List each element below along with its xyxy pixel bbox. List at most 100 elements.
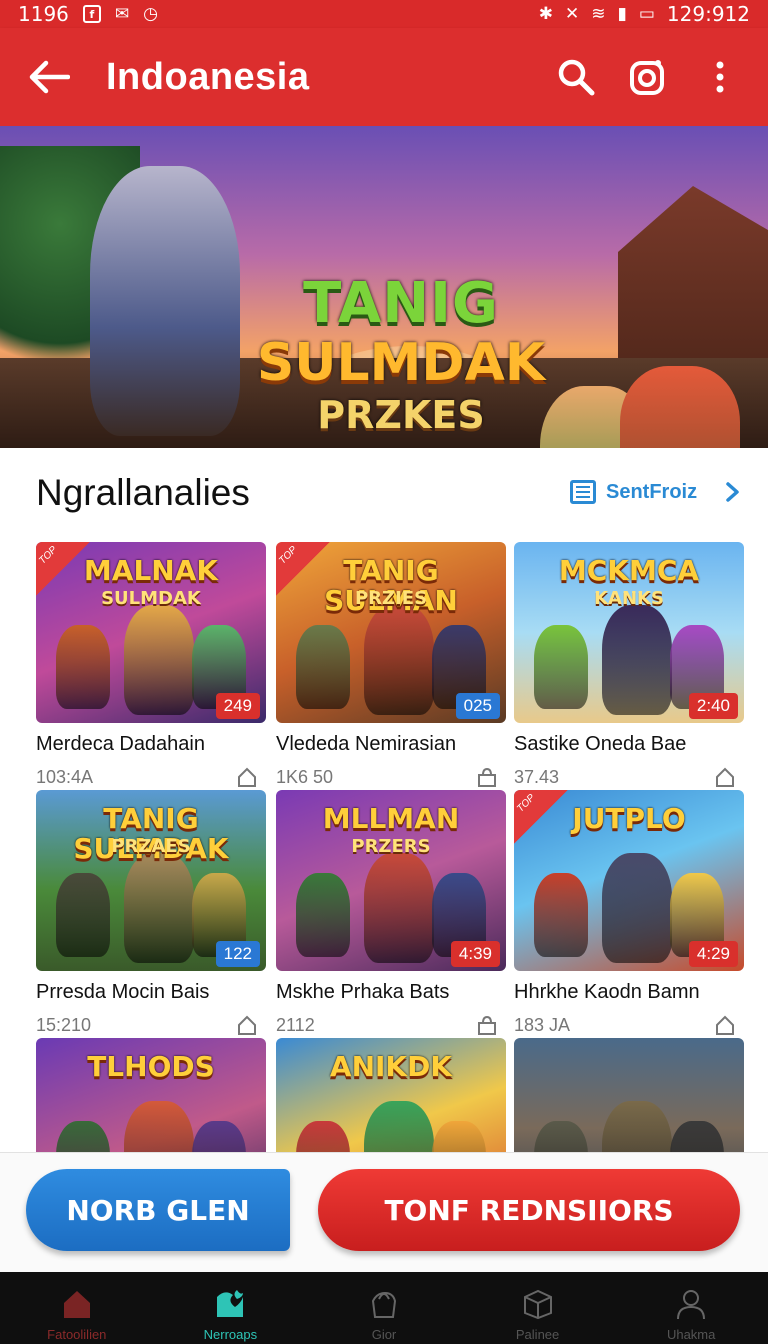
bag-icon[interactable]	[476, 1014, 498, 1036]
primary-red-button[interactable]: TONF REDNSIIORS	[318, 1169, 740, 1251]
game-thumbnail[interactable]: TANIG SULMAN PRZIES TOP 025	[276, 542, 506, 723]
camera-icon[interactable]	[626, 55, 670, 99]
rating-badge: 025	[455, 693, 500, 719]
section-link-label: SentFroiz	[606, 480, 698, 503]
more-vert-icon[interactable]	[698, 55, 742, 99]
status-bar: 1196 f ✉ ◷ ✱ ✕ ≋ ▮ ▭ 129:912	[0, 0, 768, 28]
nav-item-nerroaps[interactable]: Nerroaps	[154, 1272, 308, 1344]
game-thumbnail[interactable]: TANIG SULMDAK PRZAES 122	[36, 790, 266, 971]
home-outline-icon[interactable]	[714, 766, 736, 788]
thumbnail-title: MLLMAN	[322, 802, 460, 835]
back-arrow-icon[interactable]	[26, 55, 70, 99]
game-meta-value: 37.43	[514, 766, 560, 787]
game-meta: 15:210	[36, 1014, 266, 1036]
game-name: Hhrkhe Kaodn Bamn	[514, 981, 700, 1003]
rating-badge: 2:40	[688, 693, 738, 719]
nav-label: Fatoolilien	[47, 1327, 107, 1342]
nav-item-palinee[interactable]: Palinee	[461, 1272, 615, 1344]
game-card[interactable]: TANIG SULMDAK PRZAES 122 Prresda Mocin Bais…	[36, 790, 266, 1036]
user-icon	[677, 1290, 706, 1320]
game-card[interactable]: TANIG SULMAN PRZIES TOP 025 Vlededa Nemirasi…	[276, 542, 506, 788]
battery-icon: ▭	[638, 4, 655, 24]
status-time-left: 1196	[18, 2, 69, 26]
game-name: Merdeca Dadahain	[36, 733, 205, 755]
game-thumbnail[interactable]: MCKMCA KANKS 2:40	[514, 542, 744, 723]
game-name: Vlededa Nemirasian	[276, 733, 457, 755]
thumbnail-character	[602, 853, 672, 963]
thumbnail-character	[56, 625, 110, 709]
nav-label: Gior	[371, 1327, 397, 1342]
banner-title-line1: TANIG	[303, 271, 499, 336]
wifi-icon: ≋	[591, 4, 606, 24]
ribbon-label: TOP	[515, 792, 538, 815]
facebook-icon: f	[82, 5, 101, 23]
corner-ribbon: TOP	[36, 542, 90, 596]
thumbnail-subtitle: KANKS	[594, 588, 664, 609]
banner-logo: TANIG SULMDAK PRZKES	[236, 274, 566, 438]
primary-blue-button[interactable]: NORB GLEN	[26, 1169, 290, 1251]
home-outline-icon[interactable]	[714, 1014, 736, 1036]
app-bar: Indoanesia	[0, 28, 768, 126]
home-outline-icon[interactable]	[236, 766, 258, 788]
game-card[interactable]: JUTPLO TOP 4:29 Hhrkhe Kaodn Bamn 183 JA	[514, 790, 744, 1036]
game-card[interactable]: MLLMAN PRZERS 4:39 Mskhe Prhaka Bats 2112	[276, 790, 506, 1036]
app-screen: 1196 f ✉ ◷ ✱ ✕ ≋ ▮ ▭ 129:912 Indoanesia	[0, 0, 768, 1344]
thumbnail-character	[56, 873, 110, 957]
thumbnail-character	[534, 873, 588, 957]
list-icon	[570, 480, 596, 504]
thumbnail-character	[296, 625, 350, 709]
nav-item-uhakma[interactable]: Uhakma	[614, 1272, 768, 1344]
game-meta: 1K6 50	[276, 766, 506, 788]
thumbnail-title: TLHODS	[87, 1050, 215, 1083]
thumbnail-character	[364, 605, 434, 715]
thumbnail-character	[296, 873, 350, 957]
game-meta-value: 15:210	[36, 1014, 92, 1035]
rating-badge: 122	[215, 941, 260, 967]
game-meta: 183 JA	[514, 1014, 744, 1036]
banner-beast-character	[620, 366, 740, 448]
bag-icon[interactable]	[476, 766, 498, 788]
nav-label: Nerroaps	[203, 1327, 258, 1342]
thumbnail-character	[124, 605, 194, 715]
bag-outline-icon	[371, 1291, 396, 1318]
game-meta-value: 183 JA	[514, 1014, 571, 1035]
thumbnail-character	[364, 853, 434, 963]
nav-label: Uhakma	[666, 1327, 716, 1342]
home-outline-icon[interactable]	[236, 1014, 258, 1036]
nav-label: Palinee	[515, 1327, 560, 1342]
search-icon[interactable]	[554, 55, 598, 99]
rating-badge: 249	[215, 693, 260, 719]
promo-banner[interactable]: TANIG SULMDAK PRZKES	[0, 126, 768, 448]
ribbon-label: TOP	[277, 544, 300, 567]
bottom-nav: Fatoolilien Nerroaps Gior Palinee Uhakma	[0, 1272, 768, 1344]
section-title: Ngrallanalies	[36, 472, 250, 513]
game-card[interactable]: MCKMCA KANKS 2:40 Sastike Oneda Bae 37.43	[514, 542, 744, 788]
box-icon	[523, 1289, 552, 1320]
nav-item-home[interactable]: Fatoolilien	[0, 1272, 154, 1344]
signal-icon: ▮	[617, 4, 627, 24]
game-thumbnail[interactable]: MLLMAN PRZERS 4:39	[276, 790, 506, 971]
game-card[interactable]: MALNAK SULMDAK TOP 249 Merdeca Dadahain 103:4…	[36, 542, 266, 788]
thumbnail-character	[124, 853, 194, 963]
status-time-right: 129:912	[666, 2, 750, 26]
home-icon	[63, 1291, 90, 1318]
game-name: Prresda Mocin Bais	[36, 981, 210, 1003]
corner-ribbon: TOP	[514, 790, 568, 844]
game-meta: 37.43	[514, 766, 744, 788]
game-name: Sastike Oneda Bae	[514, 733, 687, 755]
rating-badge: 4:29	[688, 941, 738, 967]
game-meta: 2112	[276, 1014, 506, 1036]
action-bar: NORB GLEN TONF REDNSIIORS	[0, 1152, 768, 1272]
game-notification-icon: ✉	[114, 4, 130, 24]
game-thumbnail[interactable]: JUTPLO TOP 4:29	[514, 790, 744, 971]
banner-title-line2: SULMDAK	[256, 333, 546, 393]
banner-warrior-character	[90, 166, 240, 436]
game-thumbnail[interactable]: MALNAK SULMDAK TOP 249	[36, 542, 266, 723]
thumbnail-subtitle: PRZERS	[351, 836, 431, 857]
section-view-all-link[interactable]: SentFroiz	[570, 480, 743, 504]
page-title: Indoanesia	[106, 55, 310, 98]
mute-icon: ✕	[564, 4, 580, 24]
game-name: Mskhe Prhaka Bats	[276, 981, 450, 1003]
nav-item-gior[interactable]: Gior	[307, 1272, 461, 1344]
game-meta: 103:4A	[36, 766, 266, 788]
